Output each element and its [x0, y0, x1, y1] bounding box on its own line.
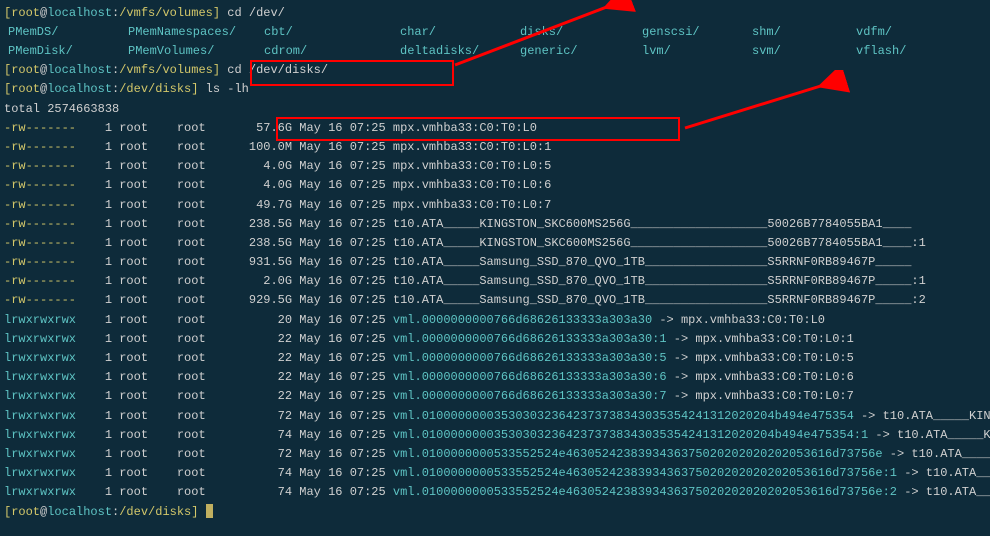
ls-row: lrwxrwxrwx 1 root root 72 May 16 07:25 v…	[4, 407, 986, 426]
ls-row: lrwxrwxrwx 1 root root 72 May 16 07:25 v…	[4, 445, 986, 464]
ls-row: -rw------- 1 root root 4.0G May 16 07:25…	[4, 176, 986, 195]
ls-row: lrwxrwxrwx 1 root root 20 May 16 07:25 v…	[4, 311, 986, 330]
ls-row: lrwxrwxrwx 1 root root 74 May 16 07:25 v…	[4, 426, 986, 445]
prompt-line-1: [root@localhost:/vmfs/volumes] cd /dev/	[4, 4, 986, 23]
ls-row: -rw------- 1 root root 238.5G May 16 07:…	[4, 215, 986, 234]
ls-row: -rw------- 1 root root 931.5G May 16 07:…	[4, 253, 986, 272]
ls-row: -rw------- 1 root root 57.6G May 16 07:2…	[4, 119, 986, 138]
prompt-line-3: [root@localhost:/dev/disks] ls -lh	[4, 80, 986, 99]
prompt-line-4[interactable]: [root@localhost:/dev/disks]	[4, 503, 986, 522]
ls-row: -rw------- 1 root root 238.5G May 16 07:…	[4, 234, 986, 253]
ls-row: lrwxrwxrwx 1 root root 74 May 16 07:25 v…	[4, 483, 986, 502]
ls-row: -rw------- 1 root root 2.0G May 16 07:25…	[4, 272, 986, 291]
ls-row: lrwxrwxrwx 1 root root 74 May 16 07:25 v…	[4, 464, 986, 483]
ls-row: -rw------- 1 root root 4.0G May 16 07:25…	[4, 157, 986, 176]
ls-row: -rw------- 1 root root 49.7G May 16 07:2…	[4, 196, 986, 215]
terminal-output: [root@localhost:/vmfs/volumes] cd /dev/P…	[4, 4, 986, 522]
ls-row: lrwxrwxrwx 1 root root 22 May 16 07:25 v…	[4, 330, 986, 349]
prompt-line-2: [root@localhost:/vmfs/volumes] cd /dev/d…	[4, 61, 986, 80]
ls-row: -rw------- 1 root root 100.0M May 16 07:…	[4, 138, 986, 157]
total-line: total 2574663838	[4, 100, 986, 119]
ls-row: lrwxrwxrwx 1 root root 22 May 16 07:25 v…	[4, 368, 986, 387]
ls-row: lrwxrwxrwx 1 root root 22 May 16 07:25 v…	[4, 387, 986, 406]
ls-row: lrwxrwxrwx 1 root root 22 May 16 07:25 v…	[4, 349, 986, 368]
cursor	[206, 504, 213, 518]
ls-row: -rw------- 1 root root 929.5G May 16 07:…	[4, 291, 986, 310]
